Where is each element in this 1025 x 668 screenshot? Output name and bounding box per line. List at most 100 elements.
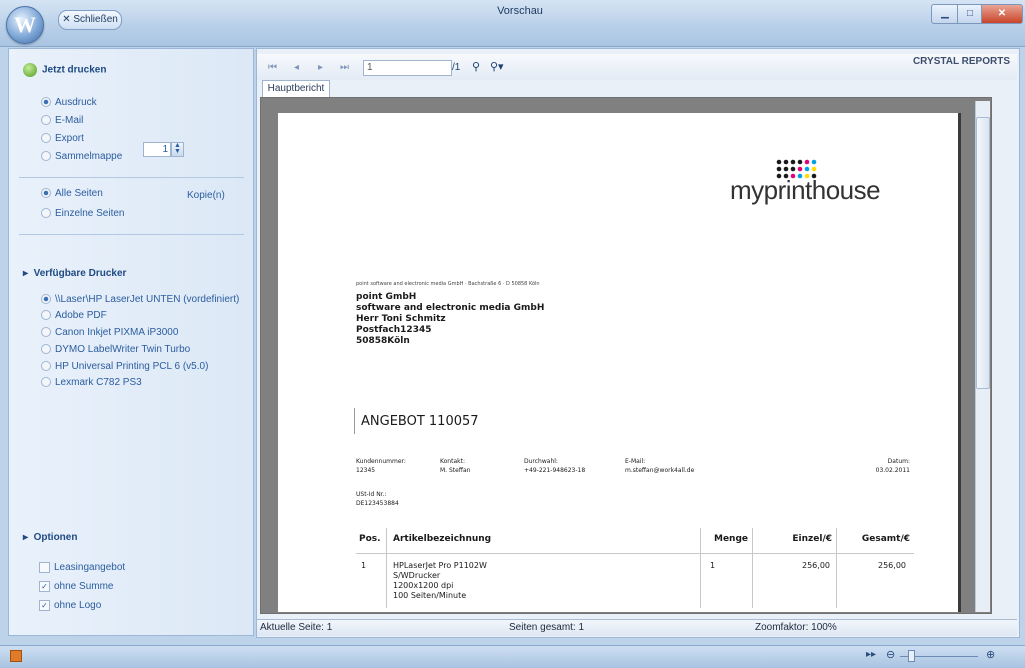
- option-label: ohne Logo: [54, 600, 102, 612]
- viewer-status-bar: Aktuelle Seite: 1 Seiten gesamt: 1 Zoomf…: [257, 619, 1017, 636]
- logo-dot: [804, 166, 810, 172]
- printer-item[interactable]: Lexmark C782 PS3: [41, 377, 142, 388]
- logo-dot: [797, 159, 803, 165]
- option-label: ohne Summe: [54, 581, 114, 593]
- radio-icon: [41, 97, 51, 108]
- pages-single-option[interactable]: Einzelne Seiten: [41, 208, 125, 219]
- close-preview-button[interactable]: ✕ Schließen: [58, 10, 122, 30]
- zoom-out-icon[interactable]: ⊖: [886, 648, 895, 661]
- output-option-collection[interactable]: Sammelmappe: [41, 151, 122, 162]
- pages-all-option[interactable]: Alle Seiten: [41, 188, 103, 199]
- window-close-button[interactable]: ✕: [981, 4, 1023, 24]
- meta-email: E-Mail: m.steffan@work4all.de: [625, 457, 694, 475]
- meta-label: Durchwahl:: [524, 458, 558, 465]
- search-binoculars-icon[interactable]: ⚲: [472, 60, 480, 73]
- th-quantity: Menge: [713, 534, 748, 544]
- output-option-label: E-Mail: [55, 115, 84, 126]
- minimize-button[interactable]: ▁: [931, 4, 959, 24]
- address-line: Herr Toni Schmitz: [356, 314, 446, 324]
- address-line: 50858Köln: [356, 336, 410, 346]
- output-option-label: Sammelmappe: [55, 151, 123, 162]
- app-status-bar: ▸▸ ⊖ ⊕: [0, 645, 1025, 668]
- vat-id: USt-Id Nr.: DE123453884: [356, 490, 399, 508]
- print-options-panel: Jetzt drucken Ausdruck E-Mail Export Sam…: [8, 48, 254, 636]
- maximize-button[interactable]: □: [957, 4, 983, 24]
- option-leasing[interactable]: Leasingangebot: [39, 562, 125, 573]
- logo-dot: [783, 159, 789, 165]
- meta-label: Kundennummer:: [356, 458, 406, 465]
- desc-line: 1200x1200 dpi: [393, 581, 454, 590]
- logo-dot: [776, 159, 782, 165]
- pages-all-label: Alle Seiten: [55, 188, 103, 199]
- copies-stepper[interactable]: ▲ ▼: [171, 142, 184, 157]
- checkbox-checked-icon: ✓: [39, 581, 50, 592]
- row-pos: 1: [361, 561, 367, 570]
- next-page-icon[interactable]: ▸: [318, 62, 323, 73]
- first-page-icon[interactable]: ⏮: [268, 62, 277, 73]
- logo-dot: [811, 166, 817, 172]
- column-divider: [752, 528, 753, 608]
- zoom-in-icon[interactable]: ⊕: [986, 648, 995, 661]
- status-zoom: Zoomfaktor: 100%: [755, 622, 837, 633]
- printer-item[interactable]: \\Laser\HP LaserJet UNTEN (vordefiniert): [41, 294, 239, 305]
- printer-item[interactable]: Canon Inkjet PIXMA iP3000: [41, 327, 178, 338]
- meta-value: 12345: [356, 467, 376, 474]
- printers-heading[interactable]: ▸ Verfügbare Drucker: [23, 268, 126, 279]
- meta-value: m.steffan@work4all.de: [625, 467, 695, 474]
- logo-dot: [797, 166, 803, 172]
- prev-page-icon[interactable]: ◂: [294, 62, 299, 73]
- meta-label: Datum:: [887, 458, 910, 465]
- radio-icon: [41, 133, 51, 144]
- meta-contact: Kontakt: M. Steffan: [440, 457, 470, 475]
- radio-icon: [41, 208, 51, 219]
- printer-item[interactable]: HP Universal Printing PCL 6 (v5.0): [41, 361, 208, 372]
- print-now-button[interactable]: Jetzt drucken: [23, 63, 106, 77]
- expand-arrow-icon: ▸: [23, 532, 34, 543]
- row-quantity: 1: [710, 561, 716, 570]
- output-option-email[interactable]: E-Mail: [41, 115, 83, 126]
- page-number-input[interactable]: 1: [363, 60, 452, 76]
- radio-icon: [41, 151, 51, 162]
- printer-item[interactable]: DYMO LabelWriter Twin Turbo: [41, 344, 190, 355]
- options-heading[interactable]: ▸ Optionen: [23, 532, 77, 543]
- output-option-export[interactable]: Export: [41, 133, 84, 144]
- app-status-icon: [10, 650, 22, 662]
- zoom-slider-thumb[interactable]: [908, 650, 915, 662]
- printer-item[interactable]: Adobe PDF: [41, 310, 107, 321]
- row-total: 256,00: [878, 561, 906, 570]
- fast-forward-icon[interactable]: ▸▸: [866, 649, 876, 660]
- copies-label: Kopie(n): [187, 190, 225, 201]
- logo-dot: [783, 166, 789, 172]
- scroll-thumb[interactable]: [976, 117, 990, 389]
- checkbox-icon: [39, 562, 50, 573]
- print-go-icon: [23, 63, 37, 77]
- address-line: Postfach12345: [356, 325, 432, 335]
- address-line: point GmbH: [356, 292, 417, 302]
- output-option-print[interactable]: Ausdruck: [41, 97, 97, 108]
- logo-dot: [776, 166, 782, 172]
- option-no-sum[interactable]: ✓ ohne Summe: [39, 581, 113, 592]
- th-pos: Pos.: [359, 534, 381, 544]
- printer-label: Canon Inkjet PIXMA iP3000: [55, 327, 179, 338]
- crystal-reports-logo: CRYSTAL REPORTS: [912, 56, 1010, 67]
- app-orb-button[interactable]: W: [6, 6, 44, 44]
- column-divider: [386, 528, 387, 608]
- options-heading-label: Optionen: [33, 532, 78, 543]
- recipient-address: point GmbH software and electronic media…: [356, 292, 544, 347]
- desc-line: HPLaserJet Pro P1102W: [393, 561, 487, 570]
- copies-input[interactable]: 1: [143, 142, 171, 157]
- printer-label: Lexmark C782 PS3: [55, 377, 142, 388]
- radio-icon: [41, 115, 51, 126]
- meta-label: Kontakt:: [440, 458, 465, 465]
- printer-label: \\Laser\HP LaserJet UNTEN (vordefiniert): [55, 294, 240, 305]
- find-dropdown-icon[interactable]: ⚲▾: [490, 60, 504, 73]
- company-logo: myprinthouse: [730, 175, 881, 206]
- status-total-pages: Seiten gesamt: 1: [509, 622, 585, 633]
- radio-icon: [41, 377, 51, 388]
- expand-arrow-icon: ▸: [23, 268, 34, 279]
- meta-customer: Kundennummer: 12345: [356, 457, 406, 475]
- row-description: HPLaserJet Pro P1102W S/WDrucker 1200x12…: [393, 561, 487, 601]
- option-no-logo[interactable]: ✓ ohne Logo: [39, 600, 101, 611]
- tab-main-report[interactable]: Hauptbericht: [262, 80, 330, 97]
- last-page-icon[interactable]: ⏭: [340, 62, 349, 73]
